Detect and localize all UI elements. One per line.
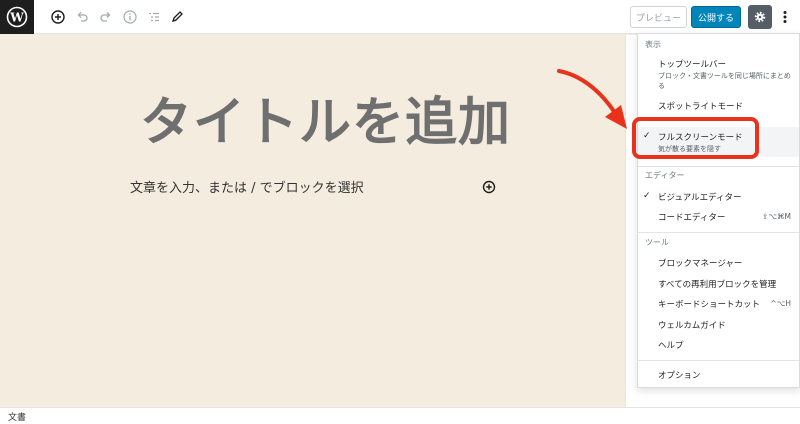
redo-button[interactable] <box>96 7 116 27</box>
breadcrumb-document[interactable]: 文書 <box>8 410 26 423</box>
top-toolbar-description: ブロック・文書ツールを同じ場所にまとめる <box>658 72 791 90</box>
editor-section-title: エディター <box>645 171 685 180</box>
pencil-icon <box>171 11 183 23</box>
publish-button[interactable]: 公開する <box>691 6 741 28</box>
more-tools-button[interactable] <box>776 5 794 29</box>
post-title-input[interactable]: タイトルを追加 <box>140 80 511 155</box>
menu-item-keyboard-shortcuts[interactable]: キーボードショートカット <box>658 298 760 310</box>
code-editor-shortcut: ⇧⌥⌘M <box>762 212 791 221</box>
block-navigation-button[interactable] <box>144 7 164 27</box>
visual-editor-check-icon: ✓ <box>643 191 651 201</box>
list-icon <box>149 12 159 22</box>
menu-item-spotlight[interactable]: スポットライトモード <box>658 100 743 112</box>
annotation-arrow-icon <box>557 69 627 129</box>
svg-text:W: W <box>9 11 24 25</box>
vertical-ellipsis-icon <box>783 11 787 23</box>
wordpress-icon: W <box>6 6 28 28</box>
wordpress-logo-button[interactable]: W <box>0 0 34 34</box>
info-icon <box>123 10 137 24</box>
gear-icon <box>754 11 766 23</box>
block-placeholder[interactable]: 文章を入力、または / でブロックを選択 <box>130 177 364 196</box>
preview-button[interactable]: プレビュー <box>630 6 687 28</box>
menu-item-visual-editor[interactable]: ビジュアルエディター <box>658 191 742 203</box>
menu-item-reusable-blocks[interactable]: すべての再利用ブロックを管理 <box>658 278 776 290</box>
menu-separator <box>638 166 799 167</box>
top-toolbar: W プレビュー 公開する <box>0 0 800 34</box>
undo-button[interactable] <box>72 7 92 27</box>
menu-item-block-manager[interactable]: ブロックマネージャー <box>658 257 742 269</box>
tools-button[interactable] <box>167 7 187 27</box>
tools-section-title: ツール <box>645 238 669 247</box>
plus-circle-icon <box>51 10 65 24</box>
redo-icon <box>100 12 111 22</box>
content-info-button[interactable] <box>120 7 140 27</box>
editor-canvas: タイトルを追加 文章を入力、または / でブロックを選択 <box>0 35 625 407</box>
menu-item-code-editor[interactable]: コードエディター <box>658 211 725 223</box>
annotation-highlight-box <box>632 117 759 159</box>
inline-add-block-icon[interactable] <box>482 180 496 194</box>
view-section-title: 表示 <box>645 40 661 49</box>
breadcrumb-bar: 文書 <box>0 407 800 424</box>
menu-separator <box>638 232 799 233</box>
add-block-button[interactable] <box>48 7 68 27</box>
menu-separator <box>638 360 799 361</box>
settings-button[interactable] <box>748 5 772 29</box>
menu-item-help[interactable]: ヘルプ <box>658 339 684 351</box>
menu-item-top-toolbar[interactable]: トップツールバー <box>658 58 726 70</box>
menu-item-welcome-guide[interactable]: ウェルカムガイド <box>658 319 726 331</box>
keyboard-shortcuts-shortcut: ^⌥H <box>770 299 791 308</box>
undo-icon <box>77 12 88 22</box>
menu-item-options[interactable]: オプション <box>658 369 701 381</box>
more-tools-menu: 表示 トップツールバー ブロック・文書ツールを同じ場所にまとめる スポットライト… <box>637 33 800 388</box>
